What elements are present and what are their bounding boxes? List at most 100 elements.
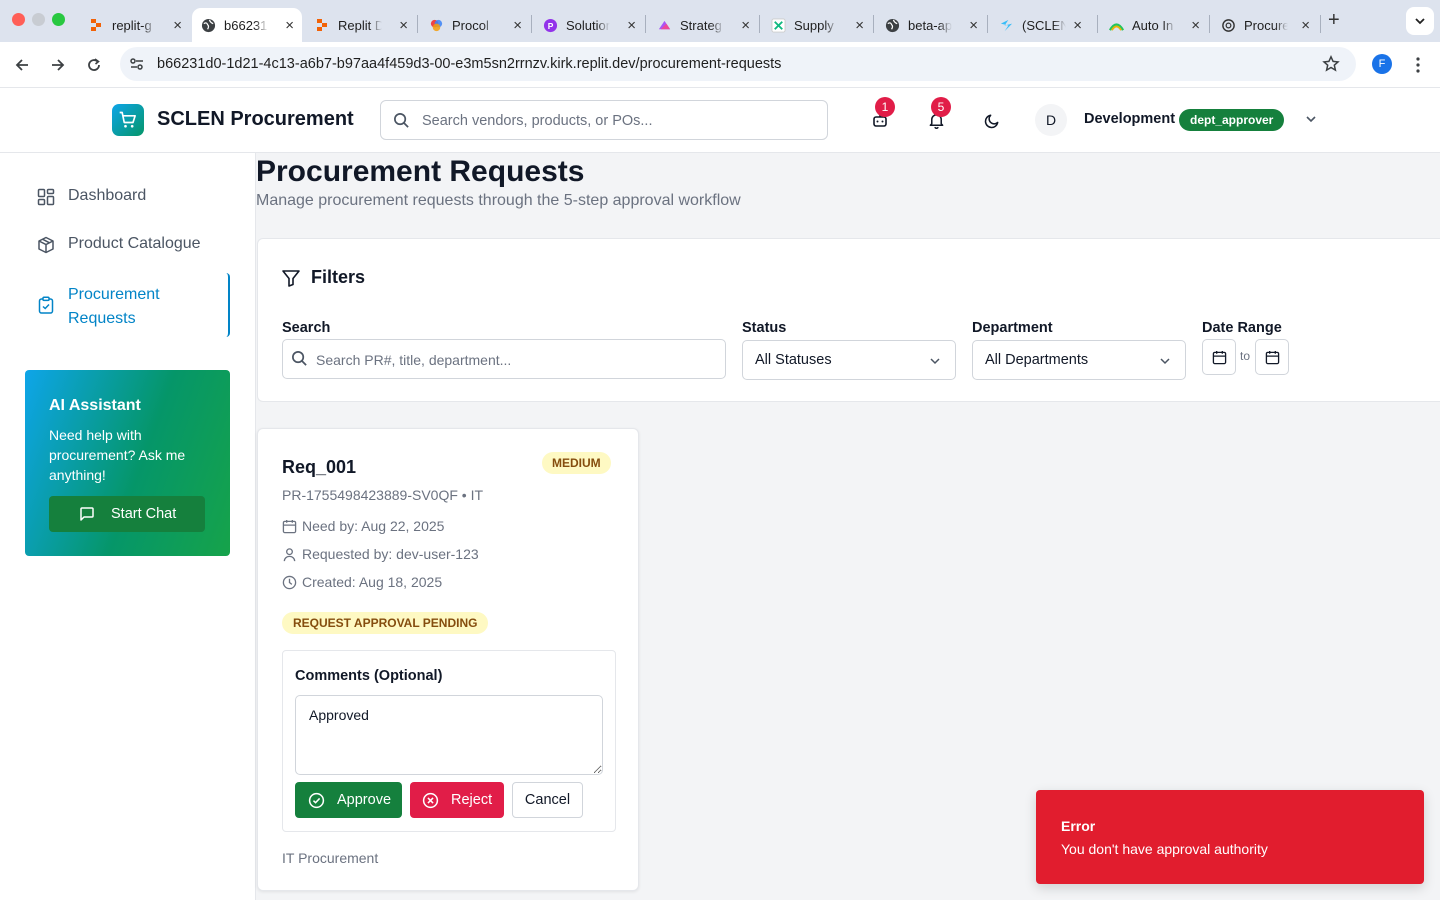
browser-tab[interactable]: Procure × <box>1212 8 1318 42</box>
minimize-window-button[interactable] <box>32 13 45 26</box>
check-circle-icon <box>308 792 325 808</box>
notifications-button[interactable]: 5 <box>926 97 951 130</box>
address-bar[interactable]: b66231d0-1d21-4c13-a6b7-b97aa4f459d3-00-… <box>120 47 1356 81</box>
url-text[interactable]: b66231d0-1d21-4c13-a6b7-b97aa4f459d3-00-… <box>157 56 781 72</box>
tab-title: b66231 <box>224 17 268 33</box>
tab-close-icon[interactable]: × <box>1301 18 1310 33</box>
bookmark-star-icon[interactable] <box>1322 55 1340 73</box>
reload-icon <box>88 58 100 71</box>
cancel-button[interactable]: Cancel <box>512 782 583 818</box>
user-avatar[interactable]: D <box>1035 104 1067 136</box>
approve-label: Approve <box>337 792 392 808</box>
browser-profile-avatar[interactable]: F <box>1372 54 1392 74</box>
browser-toolbar: b66231d0-1d21-4c13-a6b7-b97aa4f459d3-00-… <box>0 42 1440 88</box>
request-card: Req_001 MEDIUM PR-1755498423889-SV0QF • … <box>257 428 639 891</box>
tab-close-icon[interactable]: × <box>969 18 978 33</box>
created-row: Created: Aug 18, 2025 <box>282 574 442 590</box>
browser-tab[interactable]: replit-g × <box>80 8 190 42</box>
app-brand-name: SCLEN Procurement <box>157 108 354 130</box>
browser-tab[interactable]: Procol × <box>420 8 530 42</box>
tab-title: beta-ap <box>908 17 952 33</box>
approve-button[interactable]: Approve <box>295 782 402 818</box>
department-select[interactable]: All Departments <box>972 340 1186 380</box>
tab-close-icon[interactable]: × <box>513 18 522 33</box>
app-header: SCLEN Procurement 1 5 D Development dept… <box>0 88 1440 153</box>
ai-assistant-card: AI Assistant Need help with procurement?… <box>25 370 230 556</box>
tab-title: Replit D <box>338 17 382 33</box>
date-range-label: Date Range <box>1202 320 1282 336</box>
cart-button[interactable]: 1 <box>870 97 895 130</box>
browser-tab-active[interactable]: b66231 × <box>192 8 302 42</box>
tab-close-icon[interactable]: × <box>627 18 636 33</box>
date-from-button[interactable] <box>1202 339 1236 375</box>
search-icon <box>393 112 410 129</box>
reject-label: Reject <box>451 792 493 808</box>
search-filter[interactable] <box>282 339 726 379</box>
created-text: Created: Aug 18, 2025 <box>302 574 443 590</box>
search-filter-input[interactable] <box>316 349 716 371</box>
app-logo[interactable] <box>112 104 144 136</box>
theme-toggle-button[interactable] <box>982 110 1002 130</box>
reject-button[interactable]: Reject <box>410 782 504 818</box>
tab-close-icon[interactable]: × <box>285 18 294 33</box>
notification-count-badge: 5 <box>931 97 951 117</box>
comments-textarea[interactable]: Approved <box>295 695 603 775</box>
global-search-input[interactable] <box>422 110 812 132</box>
tab-close-icon[interactable]: × <box>1073 18 1082 33</box>
reload-button[interactable] <box>82 53 106 77</box>
comments-label: Comments (Optional) <box>295 668 443 684</box>
tab-title: Auto In <box>1132 17 1174 33</box>
status-select[interactable]: All Statuses <box>742 340 956 380</box>
department-select-value: All Departments <box>985 352 1089 368</box>
message-square-icon <box>80 507 94 521</box>
ai-assistant-text: Need help with procurement? Ask me anyth… <box>49 427 186 483</box>
close-window-button[interactable] <box>12 13 25 26</box>
tab-close-icon[interactable]: × <box>1191 18 1200 33</box>
forward-button[interactable] <box>46 53 70 77</box>
sidebar-item-procurement-requests[interactable]: Procurement Requests <box>24 273 230 337</box>
maximize-window-button[interactable] <box>52 13 65 26</box>
tab-close-icon[interactable]: × <box>855 18 864 33</box>
tab-search-button[interactable] <box>1406 7 1434 35</box>
global-search[interactable] <box>380 100 828 140</box>
approval-panel: Comments (Optional) Approved Approve Rej… <box>282 650 616 832</box>
error-toast[interactable]: Error You don't have approval authority <box>1036 790 1424 884</box>
tab-close-icon[interactable]: × <box>399 18 408 33</box>
browser-tab[interactable]: Auto In × <box>1100 8 1208 42</box>
procol-icon <box>428 17 444 33</box>
page-subtitle: Manage procurement requests through the … <box>256 192 741 209</box>
arrow-right-icon <box>52 59 65 71</box>
search-icon <box>291 350 308 367</box>
dashboard-icon <box>36 187 56 207</box>
sidebar-item-dashboard[interactable]: Dashboard <box>24 187 230 207</box>
browser-tab[interactable]: Replit D × <box>306 8 416 42</box>
browser-tab[interactable]: P Solution × <box>534 8 644 42</box>
browser-tab-bar: replit-g × b66231 × Replit D × Procol × … <box>0 0 1440 42</box>
tab-close-icon[interactable]: × <box>173 18 182 33</box>
browser-menu-button[interactable] <box>1406 53 1430 77</box>
requested-by-row: Requested by: dev-user-123 <box>282 546 479 562</box>
back-button[interactable] <box>10 53 34 77</box>
browser-tab[interactable]: Supply × <box>762 8 872 42</box>
status-badge: REQUEST APPROVAL PENDING <box>282 612 489 634</box>
tab-close-icon[interactable]: × <box>741 18 750 33</box>
arrow-left-icon <box>15 59 28 71</box>
shopping-cart-icon <box>119 111 136 128</box>
clipboard-check-icon <box>36 295 56 315</box>
new-tab-button[interactable]: + <box>1328 10 1340 30</box>
date-to-button[interactable] <box>1255 339 1289 375</box>
toast-message: You don't have approval authority <box>1061 841 1268 857</box>
kebab-menu-icon <box>1416 57 1420 73</box>
site-settings-icon[interactable] <box>129 56 145 72</box>
sclen-icon <box>998 17 1014 33</box>
filters-heading-text: Filters <box>311 267 366 287</box>
browser-tab[interactable]: (SCLEN × <box>990 8 1090 42</box>
request-title[interactable]: Req_001 <box>282 457 356 478</box>
tab-title: Supply <box>794 17 834 33</box>
start-chat-button[interactable]: Start Chat <box>49 496 205 532</box>
user-menu-toggle[interactable] <box>1304 112 1318 126</box>
browser-tab[interactable]: beta-ap × <box>876 8 986 42</box>
browser-tab[interactable]: Strateg × <box>648 8 758 42</box>
request-category: IT Procurement <box>282 850 379 866</box>
sidebar-item-product-catalogue[interactable]: Product Catalogue <box>24 235 230 255</box>
